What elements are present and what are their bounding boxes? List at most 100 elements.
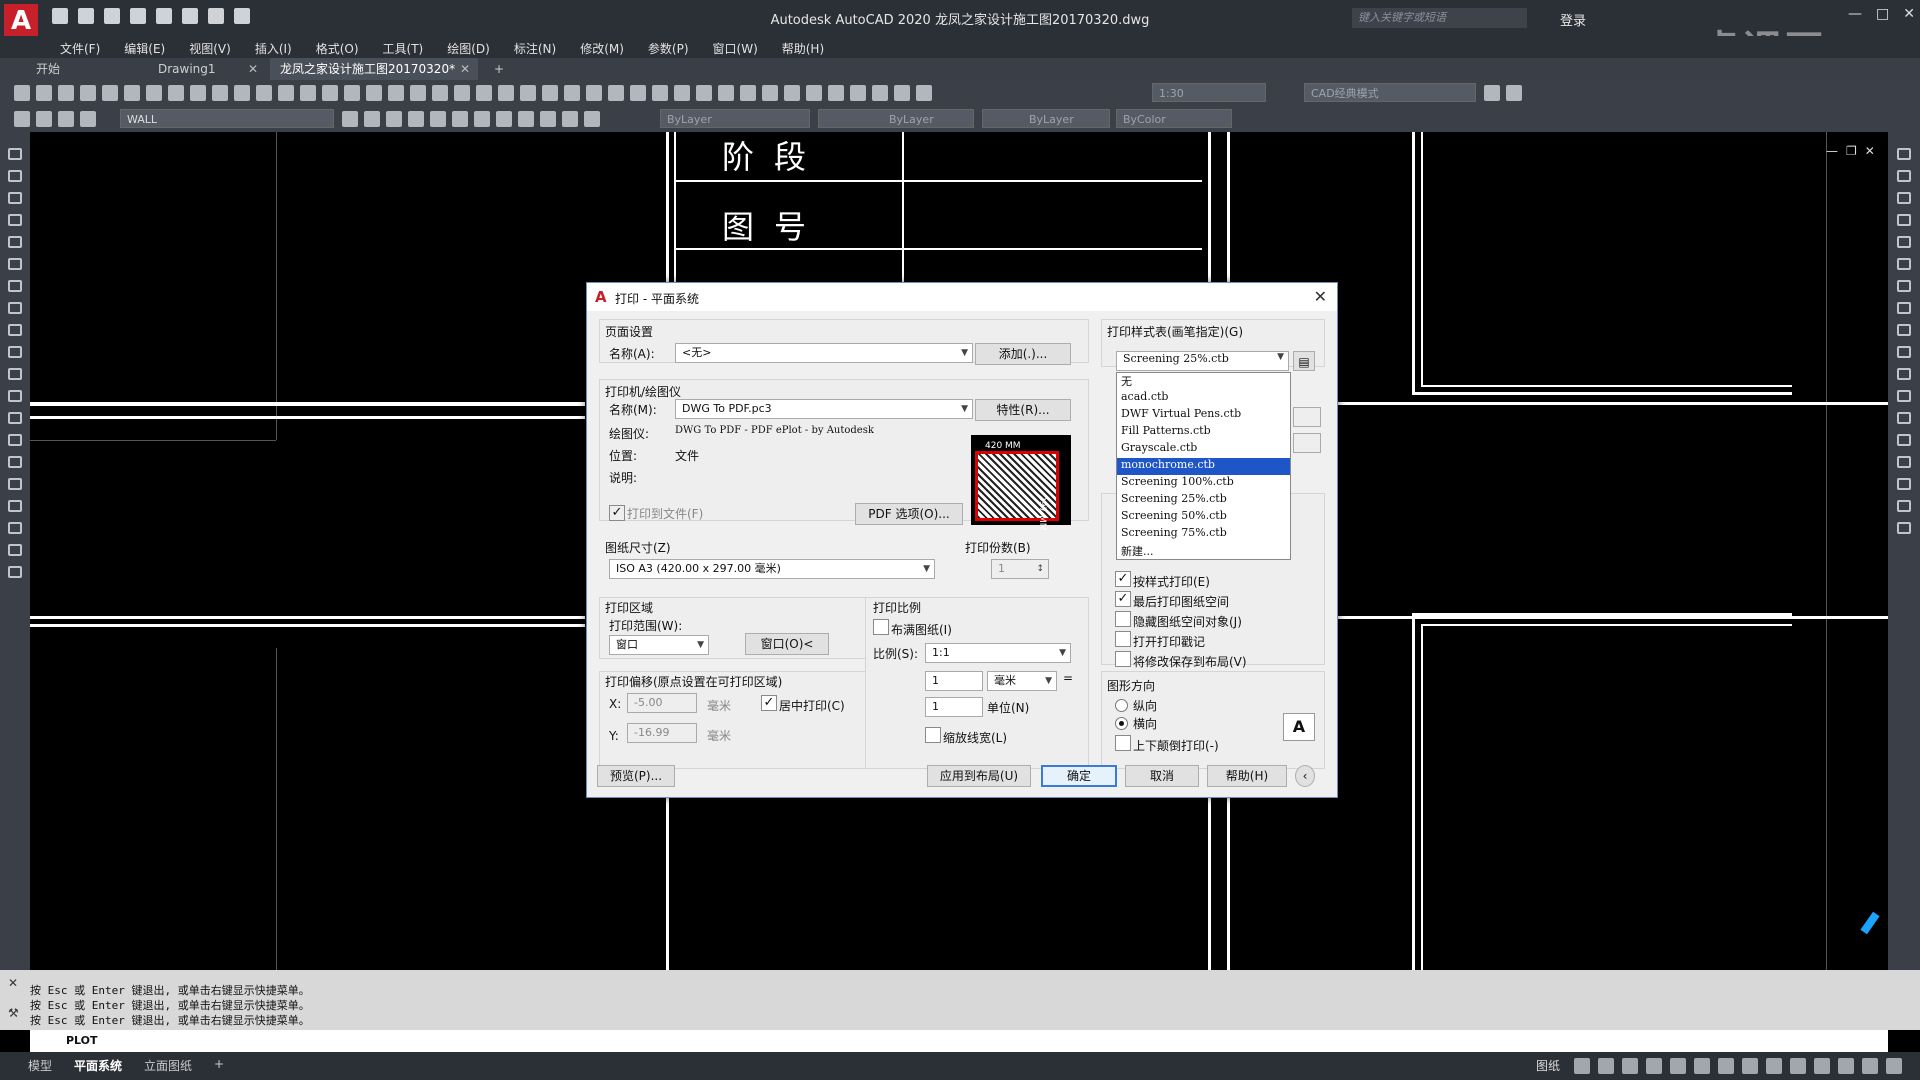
lineweight-combo[interactable]: ByLayer	[982, 109, 1110, 128]
layout-tab-model[interactable]: 模型	[28, 1057, 52, 1074]
markup-icon[interactable]	[454, 85, 470, 101]
layer-lock-icon[interactable]	[496, 111, 512, 127]
point-icon[interactable]	[8, 434, 22, 446]
close-icon[interactable]: ✕	[460, 58, 470, 80]
dropdown-option[interactable]: 无	[1117, 373, 1290, 390]
match-icon[interactable]	[212, 85, 228, 101]
inspect-icon[interactable]	[828, 85, 844, 101]
menu-format[interactable]: 格式(O)	[316, 40, 359, 57]
layout-tab-elevation[interactable]: 立面图纸	[144, 1057, 192, 1074]
undo-icon[interactable]	[234, 85, 250, 101]
close-icon[interactable]: ✕	[1903, 6, 1915, 22]
plot-range-combo[interactable]: 窗口 ▼	[609, 635, 709, 655]
restore-icon[interactable]: ❐	[1846, 144, 1857, 158]
design-center-icon[interactable]	[388, 85, 404, 101]
clean-screen-icon[interactable]	[1862, 1058, 1878, 1074]
rectangle-icon[interactable]	[8, 236, 22, 248]
tab-drawing1[interactable]: Drawing1 ✕	[148, 58, 266, 80]
close-icon[interactable]: ✕	[1314, 287, 1327, 306]
command-input[interactable]: PLOT	[30, 1030, 1888, 1052]
layer-combo[interactable]: WALL	[120, 109, 334, 128]
layer-off-icon[interactable]	[452, 111, 468, 127]
rotate-icon[interactable]	[1897, 280, 1911, 292]
dropdown-option[interactable]: Fill Patterns.ctb	[1117, 424, 1290, 441]
dim-baseline-icon[interactable]	[696, 85, 712, 101]
collapse-options-icon[interactable]: ‹	[1295, 765, 1315, 787]
fit-paper-checkbox[interactable]	[873, 619, 889, 635]
jogged-linear-icon[interactable]	[850, 85, 866, 101]
menu-help[interactable]: 帮助(H)	[782, 40, 824, 57]
bulb-icon[interactable]	[36, 111, 52, 127]
close-icon[interactable]: ✕	[248, 58, 258, 80]
menu-window[interactable]: 窗口(W)	[713, 40, 758, 57]
dim-edit-icon[interactable]	[872, 85, 888, 101]
hide-paperspace-checkbox[interactable]	[1115, 611, 1131, 627]
dim-break-icon[interactable]	[762, 85, 778, 101]
dim-diameter-icon[interactable]	[630, 85, 646, 101]
preview-icon[interactable]	[102, 85, 118, 101]
dim-linear-icon[interactable]	[498, 85, 514, 101]
menu-file[interactable]: 文件(F)	[60, 40, 100, 57]
scale-mm-input[interactable]: 1	[925, 671, 983, 691]
chamfer-icon[interactable]	[1897, 456, 1911, 468]
dim-ordinate-icon[interactable]	[564, 85, 580, 101]
lineweight-icon[interactable]	[1718, 1058, 1734, 1074]
workspace-icon[interactable]	[1766, 1058, 1782, 1074]
isodraft-icon[interactable]	[1670, 1058, 1686, 1074]
table-icon[interactable]	[8, 522, 22, 534]
stretch-icon[interactable]	[1897, 324, 1911, 336]
minimize-icon[interactable]: —	[1848, 6, 1862, 22]
annotation-scale-combo[interactable]: 1:30	[1152, 83, 1266, 102]
sun-icon[interactable]	[58, 111, 74, 127]
ortho-icon[interactable]	[1622, 1058, 1638, 1074]
portrait-radio[interactable]	[1115, 699, 1128, 712]
center-plot-checkbox[interactable]: ✓	[761, 695, 777, 711]
dim-aligned-icon[interactable]	[520, 85, 536, 101]
isolate-icon[interactable]	[1838, 1058, 1854, 1074]
add-page-setup-button[interactable]: 添加(.)...	[975, 343, 1071, 365]
copy-icon[interactable]	[1897, 170, 1911, 182]
ellipse-icon[interactable]	[8, 346, 22, 358]
layer-previous-icon[interactable]	[364, 111, 380, 127]
search-input[interactable]: 键入关键字或短语	[1352, 8, 1527, 28]
break-point-icon[interactable]	[1897, 390, 1911, 402]
mirror-icon[interactable]	[1897, 192, 1911, 204]
layer-manager-icon[interactable]	[14, 111, 30, 127]
join-icon[interactable]	[1897, 434, 1911, 446]
save-icon[interactable]	[58, 85, 74, 101]
polyline-icon[interactable]	[8, 192, 22, 204]
help-icon[interactable]	[476, 85, 492, 101]
make-current-icon[interactable]	[342, 111, 358, 127]
quality-combo[interactable]	[1293, 433, 1321, 453]
region-icon[interactable]	[8, 500, 22, 512]
annotation-icon[interactable]	[1742, 1058, 1758, 1074]
minimize-icon[interactable]: —	[1826, 144, 1838, 158]
dim-space-icon[interactable]	[740, 85, 756, 101]
menu-icon[interactable]	[1886, 1058, 1902, 1074]
zoom-icon[interactable]	[300, 85, 316, 101]
paste-icon[interactable]	[190, 85, 206, 101]
quick-dim-icon[interactable]	[674, 85, 690, 101]
layout-tab-plan[interactable]: 平面系统	[74, 1057, 122, 1074]
dim-jogged-icon[interactable]	[608, 85, 624, 101]
new-icon[interactable]	[14, 85, 30, 101]
erase-icon[interactable]	[1897, 148, 1911, 160]
construction-line-icon[interactable]	[8, 170, 22, 182]
layer-match-icon[interactable]	[540, 111, 556, 127]
spinner-icon[interactable]: ↕	[1036, 560, 1044, 578]
layer-change-icon[interactable]	[562, 111, 578, 127]
osnap-icon[interactable]	[1694, 1058, 1710, 1074]
redo-icon[interactable]	[256, 85, 272, 101]
array-icon[interactable]	[1897, 236, 1911, 248]
insert-block-icon[interactable]	[8, 390, 22, 402]
menu-insert[interactable]: 插入(I)	[255, 40, 292, 57]
tab-start[interactable]: 开始	[26, 58, 146, 80]
shaded-viewport-combo[interactable]	[1293, 407, 1321, 427]
layer-walk-icon[interactable]	[584, 111, 600, 127]
layer-unisolate-icon[interactable]	[430, 111, 446, 127]
dim-text-edit-icon[interactable]	[894, 85, 910, 101]
text-icon[interactable]	[8, 544, 22, 556]
move-icon[interactable]	[1897, 258, 1911, 270]
menu-tools[interactable]: 工具(T)	[383, 40, 424, 57]
menu-view[interactable]: 视图(V)	[189, 40, 231, 57]
